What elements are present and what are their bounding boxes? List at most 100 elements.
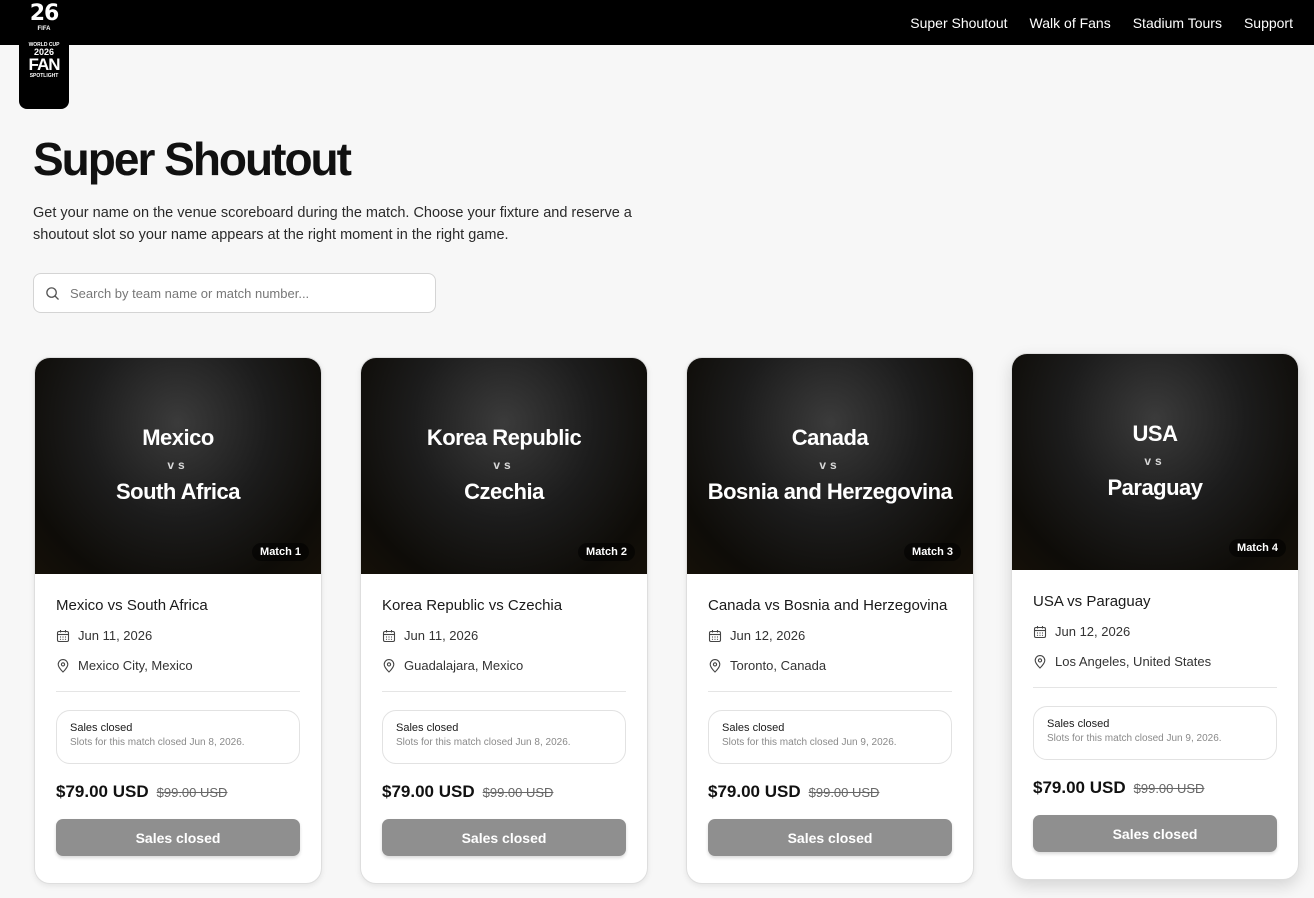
hero-team-a: USA (1132, 421, 1178, 446)
hero-vs: vs (493, 458, 515, 472)
current-price: $79.00 USD (382, 782, 475, 801)
status-title: Sales closed (722, 722, 785, 734)
match-location-row: Toronto, Canada (708, 658, 952, 673)
original-price: $99.00 USD (156, 785, 228, 800)
top-navigation-bar: Super Shoutout Walk of Fans Stadium Tour… (0, 0, 1314, 45)
calendar-icon (382, 629, 396, 642)
status-title: Sales closed (70, 722, 133, 734)
match-location: Mexico City, Mexico (78, 658, 193, 673)
nav-stadium-tours[interactable]: Stadium Tours (1133, 15, 1222, 31)
match-hero: Korea Republic vs Czechia Match 2 (361, 358, 647, 574)
status-detail: Slots for this match closed Jun 8, 2026. (396, 737, 571, 748)
current-price: $79.00 USD (56, 782, 149, 801)
price-row: $79.00 USD $99.00 USD (1033, 778, 1277, 798)
calendar-icon (56, 629, 70, 642)
sales-status-box: Sales closed Slots for this match closed… (708, 710, 952, 764)
match-number-badge: Match 1 (252, 543, 309, 561)
hero-team-a: Korea Republic (426, 425, 582, 450)
location-pin-icon (1034, 654, 1046, 669)
status-detail: Slots for this match closed Jun 9, 2026. (1047, 733, 1222, 744)
sales-status-box: Sales closed Slots for this match closed… (56, 710, 300, 764)
divider (708, 691, 952, 692)
sales-status-box: Sales closed Slots for this match closed… (1033, 706, 1277, 760)
match-location-row: Los Angeles, United States (1033, 654, 1277, 669)
sales-closed-button[interactable]: Sales closed (56, 819, 300, 856)
match-number-badge: Match 3 (904, 543, 961, 561)
calendar-icon (708, 629, 722, 642)
main-nav: Super Shoutout Walk of Fans Stadium Tour… (910, 0, 1293, 45)
match-hero: Mexico vs South Africa Match 1 (35, 358, 321, 574)
price-row: $79.00 USD $99.00 USD (56, 782, 300, 802)
logo-fan: FAN (28, 55, 61, 74)
divider (56, 691, 300, 692)
match-number-badge: Match 2 (578, 543, 635, 561)
divider (382, 691, 626, 692)
match-location-row: Mexico City, Mexico (56, 658, 300, 673)
match-name: USA vs Paraguay (1033, 593, 1151, 610)
original-price: $99.00 USD (1133, 781, 1205, 796)
hero-team-a: Canada (791, 425, 869, 450)
search-icon (46, 286, 59, 300)
nav-walk-of-fans[interactable]: Walk of Fans (1030, 15, 1111, 31)
match-date: Jun 12, 2026 (1055, 624, 1131, 639)
price-row: $79.00 USD $99.00 USD (382, 782, 626, 802)
match-date: Jun 12, 2026 (730, 628, 806, 643)
status-title: Sales closed (396, 722, 459, 734)
match-name: Mexico vs South Africa (56, 597, 208, 614)
hero-team-b: Paraguay (1107, 475, 1203, 500)
current-price: $79.00 USD (1033, 778, 1126, 797)
match-location-row: Guadalajara, Mexico (382, 658, 626, 673)
price-row: $79.00 USD $99.00 USD (708, 782, 952, 802)
logo-spotlight: SPOTLIGHT (29, 73, 59, 79)
match-hero: USA vs Paraguay Match 4 (1012, 354, 1298, 570)
divider (1033, 687, 1277, 688)
search-input[interactable] (70, 285, 400, 301)
location-pin-icon (383, 658, 395, 673)
nav-super-shoutout[interactable]: Super Shoutout (910, 15, 1007, 31)
location-pin-icon (57, 658, 69, 673)
search-box (33, 273, 436, 313)
sales-status-box: Sales closed Slots for this match closed… (382, 710, 626, 764)
fifa-fan-spotlight-logo[interactable]: 26 FIFA WORLD CUP 2026 FAN SPOTLIGHT (19, 0, 69, 109)
original-price: $99.00 USD (808, 785, 880, 800)
status-detail: Slots for this match closed Jun 8, 2026. (70, 737, 245, 748)
match-card-3: Canada vs Bosnia and Herzegovina Match 3… (686, 357, 974, 884)
current-price: $79.00 USD (708, 782, 801, 801)
match-card-2: Korea Republic vs Czechia Match 2 Korea … (360, 357, 648, 884)
hero-team-b: South Africa (116, 479, 240, 504)
match-date-row: Jun 12, 2026 (708, 628, 952, 643)
logo-digits: 26 (29, 1, 60, 26)
hero-team-b: Czechia (464, 479, 544, 504)
match-date-row: Jun 12, 2026 (1033, 624, 1277, 639)
hero-vs: vs (167, 458, 189, 472)
match-name: Korea Republic vs Czechia (382, 597, 563, 614)
logo-fifa: FIFA (37, 26, 51, 32)
match-hero: Canada vs Bosnia and Herzegovina Match 3 (687, 358, 973, 574)
match-location: Los Angeles, United States (1055, 654, 1212, 669)
sales-closed-button[interactable]: Sales closed (708, 819, 952, 856)
hero-team-b: Bosnia and Herzegovina (707, 479, 953, 504)
hero-vs: vs (1144, 454, 1166, 468)
match-location: Guadalajara, Mexico (404, 658, 524, 673)
match-date-row: Jun 11, 2026 (382, 628, 626, 643)
sales-closed-button[interactable]: Sales closed (1033, 815, 1277, 852)
hero-vs: vs (819, 458, 841, 472)
match-card-4: USA vs Paraguay Match 4 USA vs Paraguay … (1011, 353, 1299, 880)
original-price: $99.00 USD (482, 785, 554, 800)
match-date: Jun 11, 2026 (78, 628, 153, 643)
match-date: Jun 11, 2026 (404, 628, 479, 643)
match-date-row: Jun 11, 2026 (56, 628, 300, 643)
status-detail: Slots for this match closed Jun 9, 2026. (722, 737, 897, 748)
location-pin-icon (709, 658, 721, 673)
match-name: Canada vs Bosnia and Herzegovina (708, 597, 948, 614)
match-card-1: Mexico vs South Africa Match 1 Mexico vs… (34, 357, 322, 884)
nav-support[interactable]: Support (1244, 15, 1293, 31)
page-title: Super Shoutout (33, 133, 352, 185)
match-number-badge: Match 4 (1229, 539, 1286, 557)
calendar-icon (1033, 625, 1047, 638)
status-title: Sales closed (1047, 718, 1110, 730)
page-description: Get your name on the venue scoreboard du… (33, 205, 632, 243)
hero-team-a: Mexico (142, 425, 214, 450)
match-location: Toronto, Canada (730, 658, 827, 673)
sales-closed-button[interactable]: Sales closed (382, 819, 626, 856)
